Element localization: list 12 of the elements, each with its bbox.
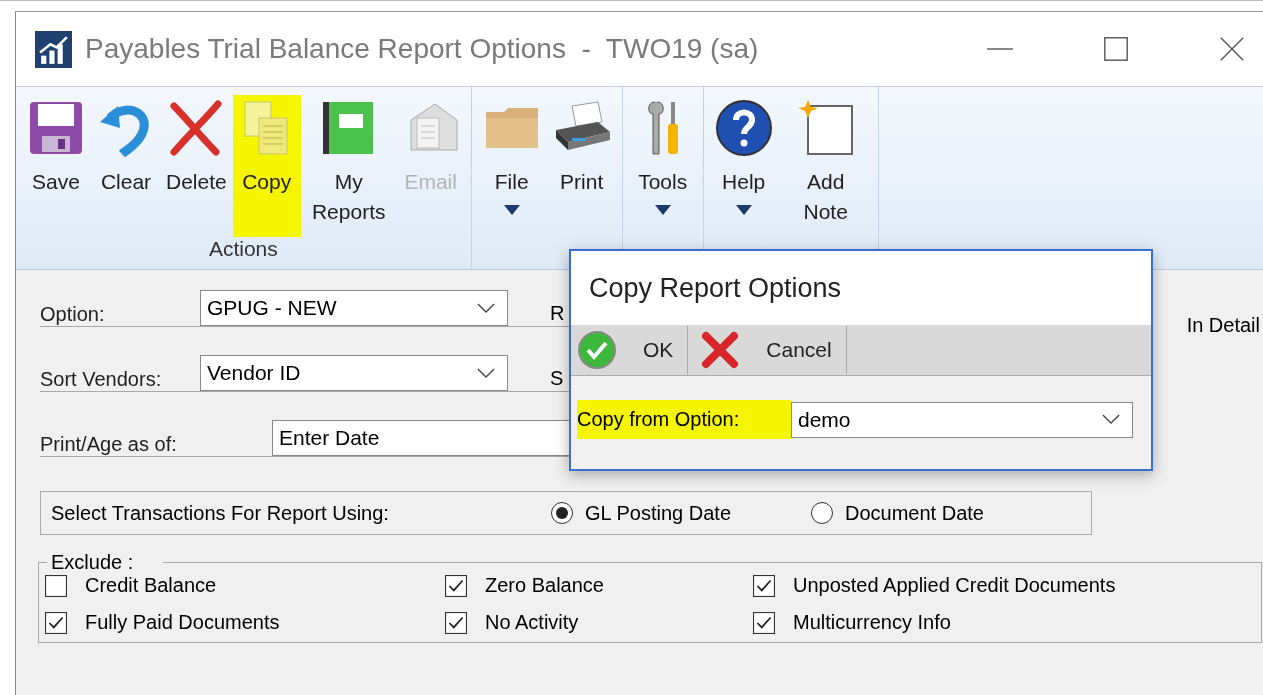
field-label: Sort Vendors: — [40, 366, 163, 391]
panel-label: Select Transactions For Report Using: — [51, 501, 390, 525]
dialog-title: Copy Report Options — [571, 251, 1151, 325]
option-label: In Detail — [1186, 314, 1260, 338]
field-label: Option: — [40, 301, 106, 326]
window-title: Payables Trial Balance Report Options - TWO19 (sa) — [85, 33, 759, 65]
group-label: Actions — [207, 237, 279, 262]
field-label: R — [550, 300, 566, 325]
group-label: Exclude : — [50, 551, 135, 574]
field-label: S — [550, 365, 565, 390]
field-label: Copy from Option: — [577, 400, 791, 439]
field-label: Print/Age as of: — [40, 431, 178, 456]
